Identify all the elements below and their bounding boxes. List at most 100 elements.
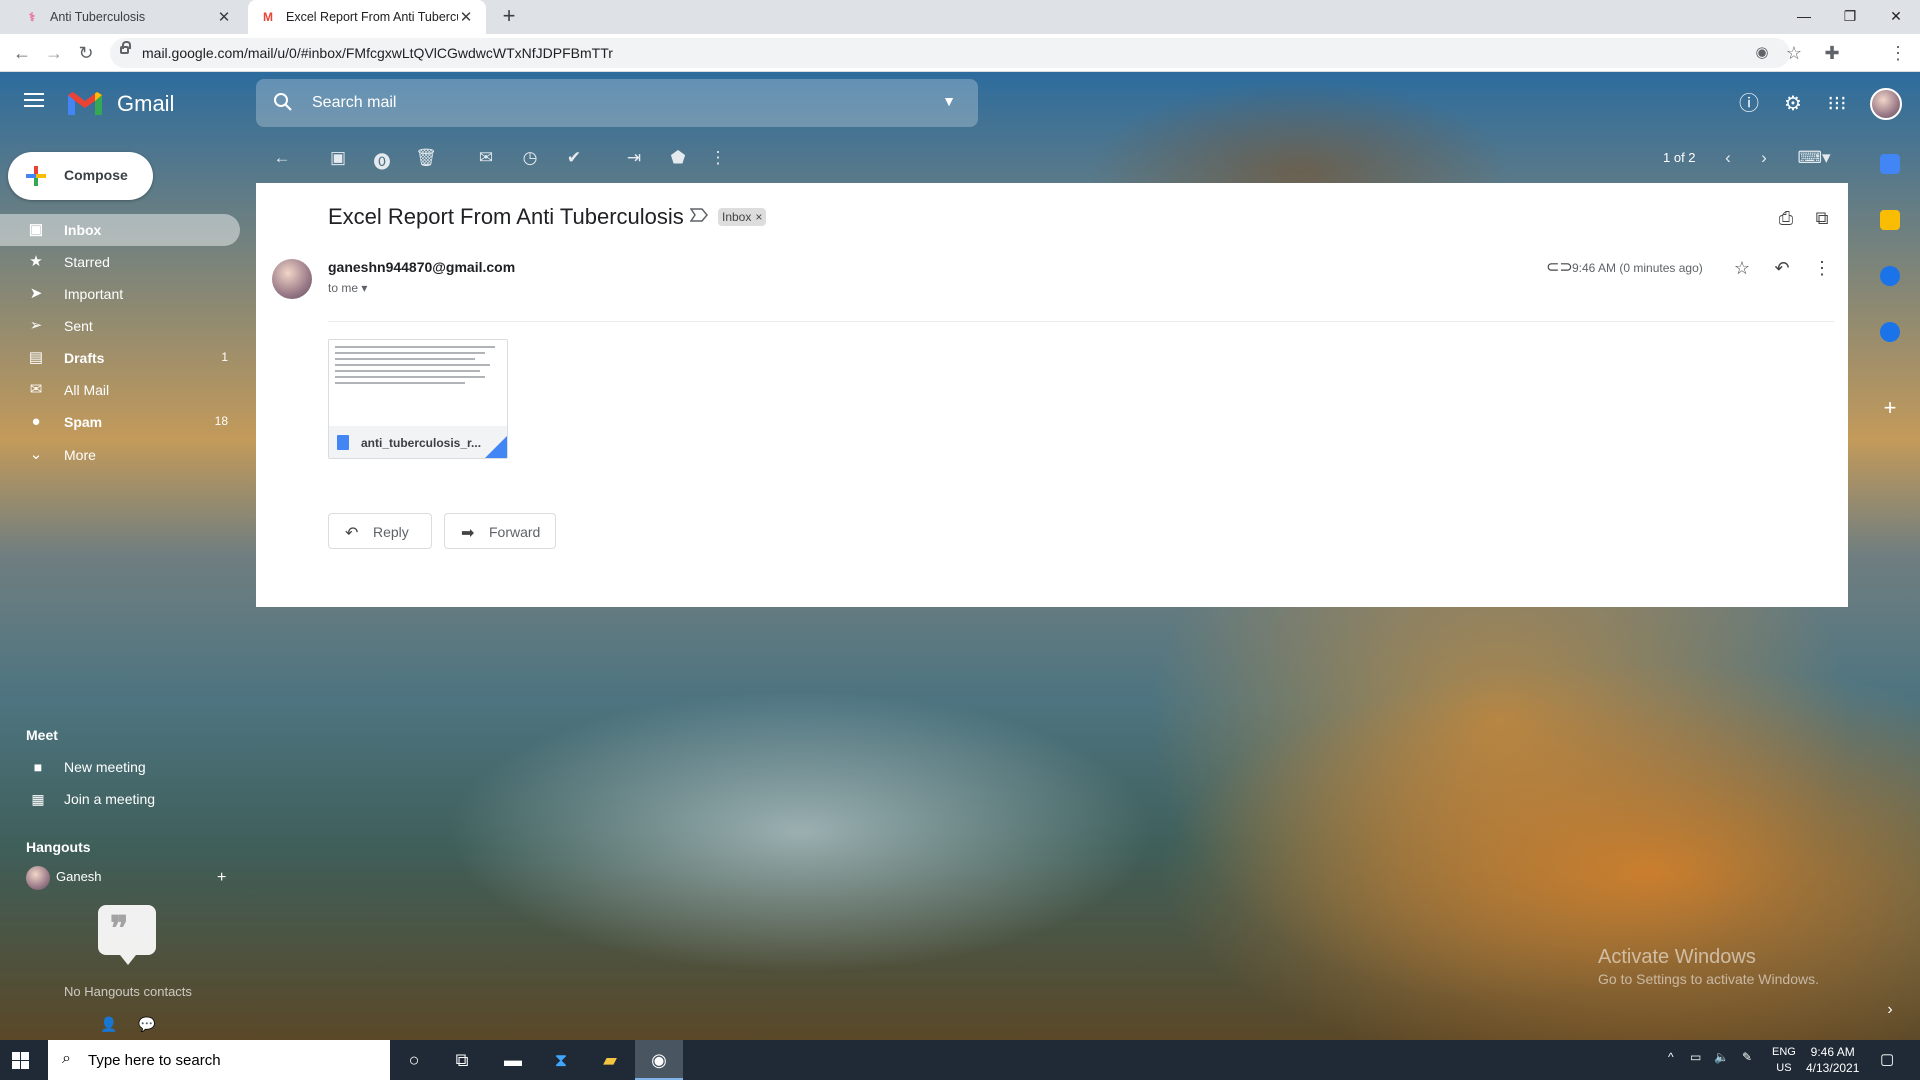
hangouts-chat-icon[interactable]: 💬 bbox=[138, 1016, 155, 1033]
forward-icon[interactable]: → bbox=[42, 41, 66, 65]
terminal-icon[interactable]: ▬ bbox=[489, 1040, 537, 1080]
report-spam-icon[interactable]: ⓿ bbox=[370, 148, 394, 173]
eye-icon[interactable]: ◉ bbox=[1750, 41, 1774, 65]
contacts-person-icon[interactable]: 👤 bbox=[100, 1016, 117, 1033]
sidebar-item-drafts[interactable]: ▤ Drafts 1 bbox=[0, 342, 240, 374]
print-icon[interactable]: ⎙ bbox=[1774, 206, 1798, 230]
older-chevron-icon[interactable]: › bbox=[1752, 148, 1776, 168]
cortana-icon[interactable]: ○ bbox=[390, 1040, 438, 1080]
search-input[interactable]: Search mail bbox=[312, 94, 396, 112]
minimize-icon[interactable]: — bbox=[1781, 0, 1827, 34]
hangouts-user-name[interactable]: Ganesh bbox=[56, 869, 102, 884]
reply-icon[interactable]: ↶ bbox=[1770, 256, 1794, 280]
move-to-icon[interactable]: ⇥ bbox=[622, 148, 646, 168]
label-icon[interactable]: ⬟ bbox=[666, 148, 690, 168]
sidebar-item-inbox[interactable]: ▣ Inbox bbox=[0, 214, 240, 246]
importance-marker-icon[interactable] bbox=[690, 208, 708, 222]
network-icon[interactable]: ▭ bbox=[1690, 1050, 1701, 1064]
activate-windows-watermark: Activate Windows Go to Settings to activ… bbox=[1598, 946, 1819, 987]
back-to-inbox-icon[interactable]: ← bbox=[270, 148, 294, 168]
search-icon[interactable] bbox=[272, 91, 294, 113]
extensions-icon[interactable]: ✚ bbox=[1820, 41, 1844, 65]
add-task-icon[interactable]: ✔ bbox=[562, 148, 586, 168]
sidebar-item-starred[interactable]: ★ Starred bbox=[0, 246, 240, 278]
remove-label-icon[interactable]: × bbox=[755, 210, 762, 224]
sidebar-item-sent[interactable]: ➢ Sent bbox=[0, 310, 240, 342]
archive-icon[interactable]: ▣ bbox=[326, 148, 350, 168]
help-icon[interactable]: ⓘ bbox=[1735, 90, 1763, 118]
settings-gear-icon[interactable]: ⚙ bbox=[1779, 90, 1807, 118]
vscode-icon[interactable]: ⧗ bbox=[537, 1040, 585, 1080]
mark-unread-icon[interactable]: ✉ bbox=[474, 148, 498, 168]
snooze-icon[interactable]: ◷ bbox=[518, 148, 542, 168]
no-hangouts-text: No Hangouts contacts bbox=[64, 984, 192, 999]
reply-button[interactable]: ↶ Reply bbox=[328, 513, 432, 549]
file-explorer-icon[interactable]: ▰ bbox=[586, 1040, 634, 1080]
show-side-panel-icon[interactable]: › bbox=[1880, 1000, 1900, 1020]
calendar-icon[interactable] bbox=[1880, 154, 1900, 174]
inbox-label-chip[interactable]: Inbox × bbox=[718, 208, 767, 226]
address-bar[interactable]: mail.google.com/mail/u/0/#inbox/FMfcgxwL… bbox=[110, 38, 1790, 68]
recipient-details[interactable]: to me ▾ bbox=[328, 281, 367, 295]
mail-icon: ✉ bbox=[29, 381, 43, 398]
new-meeting-link[interactable]: ■ New meeting bbox=[26, 759, 146, 775]
close-tab-icon[interactable]: ✕ bbox=[458, 8, 474, 26]
important-icon: ➤ bbox=[29, 285, 43, 302]
reload-icon[interactable]: ↻ bbox=[74, 41, 98, 65]
taskbar-search-input[interactable]: Type here to search bbox=[88, 1052, 221, 1069]
windows-start-icon[interactable] bbox=[12, 1052, 29, 1069]
input-tools-icon[interactable]: ⌨▾ bbox=[1794, 148, 1834, 168]
search-bar[interactable]: Search mail ▼ bbox=[256, 79, 978, 127]
taskbar-clock[interactable]: 9:46 AM 4/13/2021 bbox=[1806, 1044, 1859, 1076]
search-options-icon[interactable]: ▼ bbox=[942, 93, 956, 109]
draft-icon: ▤ bbox=[28, 349, 44, 366]
contacts-icon[interactable] bbox=[1880, 322, 1900, 342]
open-in-new-window-icon[interactable]: ⧉ bbox=[1810, 206, 1834, 230]
add-hangout-icon[interactable]: + bbox=[217, 869, 226, 887]
tab-favicon-icon: ⚕ bbox=[28, 10, 36, 24]
apps-grid-icon[interactable]: ⁝⁝⁝ bbox=[1823, 90, 1851, 118]
recipient-dropdown-icon[interactable]: ▾ bbox=[361, 281, 367, 295]
pen-icon[interactable]: ✎ bbox=[1742, 1050, 1752, 1064]
sender-email[interactable]: ganeshn944870@gmail.com bbox=[328, 259, 515, 275]
close-tab-icon[interactable]: ✕ bbox=[216, 8, 232, 26]
join-meeting-link[interactable]: ▦ Join a meeting bbox=[26, 791, 155, 808]
attachment-card[interactable]: anti_tuberculosis_r... bbox=[328, 339, 508, 459]
new-tab-button[interactable]: + bbox=[496, 5, 522, 29]
video-camera-icon: ■ bbox=[33, 759, 43, 775]
delete-icon[interactable]: 🗑 bbox=[414, 148, 438, 168]
language-indicator[interactable]: ENG US bbox=[1772, 1044, 1796, 1076]
task-view-icon[interactable]: ⧉ bbox=[438, 1040, 486, 1080]
taskbar-search[interactable]: ⌕ Type here to search bbox=[48, 1040, 390, 1080]
star-message-icon[interactable]: ☆ bbox=[1730, 256, 1754, 280]
sidebar-item-spam[interactable]: ● Spam 18 bbox=[0, 406, 240, 438]
main-menu-icon[interactable] bbox=[24, 93, 44, 107]
sidebar-item-important[interactable]: ➤ Important bbox=[0, 278, 240, 310]
tray-chevron-icon[interactable]: ^ bbox=[1668, 1050, 1674, 1064]
forward-button[interactable]: ➡ Forward bbox=[444, 513, 556, 549]
volume-icon[interactable]: 🔈 bbox=[1714, 1050, 1729, 1064]
sidebar-item-more[interactable]: ⌄ More bbox=[0, 439, 240, 471]
tab-excel-report[interactable]: M Excel Report From Anti Tuberculc ✕ bbox=[248, 0, 486, 34]
newer-chevron-icon[interactable]: ‹ bbox=[1716, 148, 1740, 168]
keep-icon[interactable] bbox=[1880, 210, 1900, 230]
tab-anti-tuberculosis[interactable]: ⚕ Anti Tuberculosis ✕ bbox=[12, 0, 244, 34]
lock-icon bbox=[120, 41, 131, 54]
more-actions-icon[interactable]: ⋮ bbox=[706, 148, 730, 168]
more-message-options-icon[interactable]: ⋮ bbox=[1810, 256, 1834, 280]
add-on-plus-icon[interactable]: + bbox=[1880, 397, 1900, 419]
compose-button[interactable]: Compose bbox=[8, 152, 153, 200]
bookmark-star-icon[interactable]: ☆ bbox=[1782, 41, 1806, 65]
maximize-icon[interactable]: ❐ bbox=[1827, 0, 1873, 34]
url-text[interactable]: mail.google.com/mail/u/0/#inbox/FMfcgxwL… bbox=[142, 45, 613, 61]
hangouts-user-avatar[interactable] bbox=[26, 866, 50, 890]
hangouts-heading: Hangouts bbox=[26, 839, 91, 855]
sender-avatar[interactable] bbox=[272, 259, 312, 299]
chrome-taskbar-icon[interactable]: ◉ bbox=[635, 1040, 683, 1080]
tasks-icon[interactable] bbox=[1880, 266, 1900, 286]
notifications-icon[interactable]: ▢ bbox=[1880, 1050, 1894, 1068]
browser-menu-icon[interactable]: ⋮ bbox=[1886, 41, 1910, 65]
sidebar-item-all-mail[interactable]: ✉ All Mail bbox=[0, 374, 240, 406]
close-window-icon[interactable]: ✕ bbox=[1873, 0, 1919, 34]
back-icon[interactable]: ← bbox=[10, 41, 34, 65]
